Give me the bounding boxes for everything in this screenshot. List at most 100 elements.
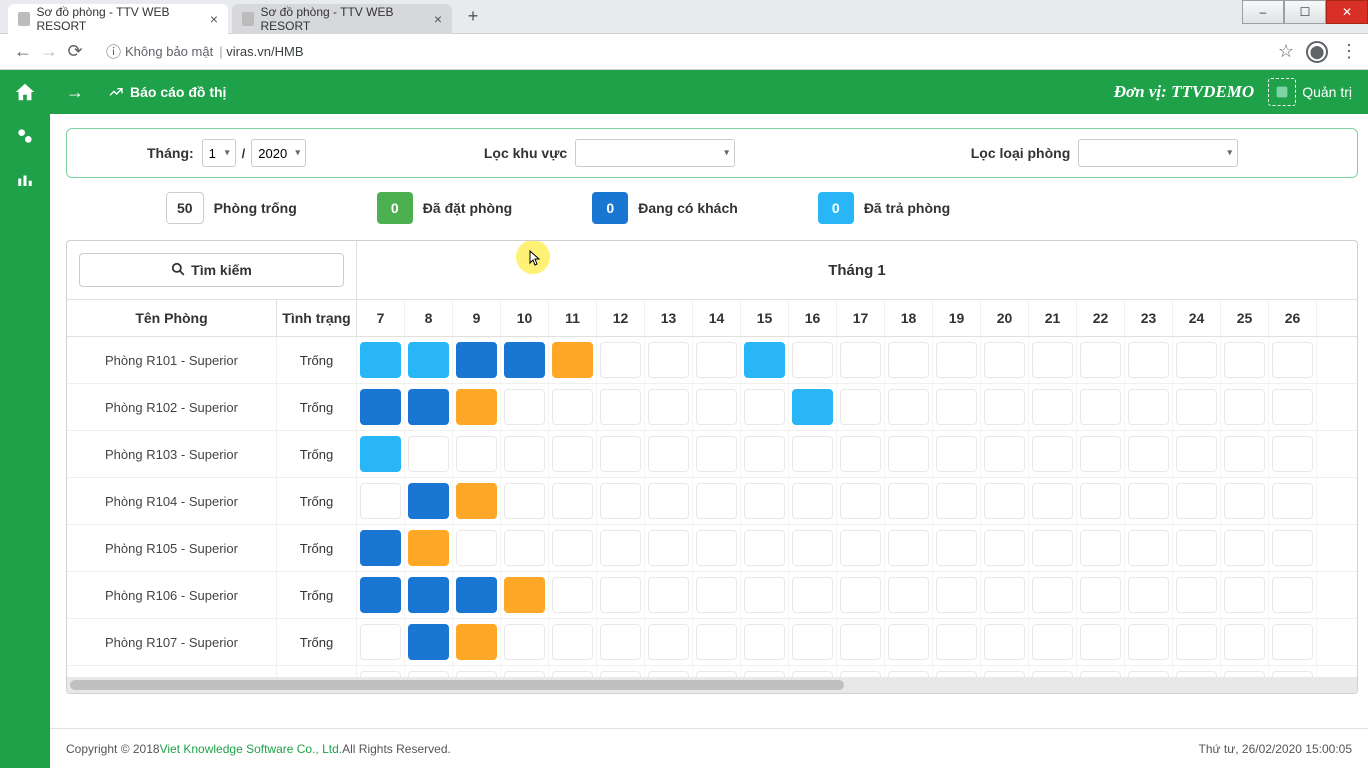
day-cell[interactable] [597,337,645,383]
day-cell[interactable] [1029,619,1077,665]
reload-icon[interactable]: ⟳ [62,39,88,65]
booking-cell[interactable] [1128,483,1169,519]
url-input[interactable]: ⓘ Không bảo mật | viras.vn/HMB [96,38,1270,66]
day-cell[interactable] [789,478,837,524]
year-select[interactable]: 2020 [251,139,306,167]
booking-cell[interactable] [504,389,545,425]
booking-cell[interactable] [1176,530,1217,566]
day-cell[interactable] [933,525,981,571]
booking-cell[interactable] [456,342,497,378]
info-icon[interactable]: ⓘ [106,41,121,62]
booking-cell[interactable] [648,483,689,519]
day-cell[interactable] [597,666,645,677]
booking-cell[interactable] [1032,483,1073,519]
booking-cell[interactable] [984,530,1025,566]
day-cell[interactable] [1077,525,1125,571]
booking-cell[interactable] [744,389,785,425]
day-cell[interactable] [1173,666,1221,677]
table-row[interactable]: Phòng R101 - SuperiorTrống [67,337,1357,384]
booking-cell[interactable] [408,530,449,566]
booking-cell[interactable] [840,624,881,660]
booking-cell[interactable] [1176,577,1217,613]
booking-cell[interactable] [1032,577,1073,613]
menu-icon[interactable]: ⋮ [1340,41,1358,62]
booking-cell[interactable] [888,530,929,566]
day-cell[interactable] [1269,431,1317,477]
day-cell[interactable] [933,619,981,665]
day-cell[interactable] [597,572,645,618]
day-cell[interactable] [597,619,645,665]
day-cell[interactable] [741,666,789,677]
booking-cell[interactable] [360,436,401,472]
day-cell[interactable] [1269,666,1317,677]
booking-cell[interactable] [744,436,785,472]
day-cell[interactable] [1269,572,1317,618]
day-cell[interactable] [597,384,645,430]
booking-cell[interactable] [456,436,497,472]
admin-link[interactable]: Quản trị [1302,84,1352,100]
day-cell[interactable] [405,337,453,383]
booking-cell[interactable] [1128,624,1169,660]
day-cell[interactable] [549,666,597,677]
day-cell[interactable] [597,478,645,524]
day-cell[interactable] [405,619,453,665]
booking-cell[interactable] [504,342,545,378]
day-cell[interactable] [693,666,741,677]
day-cell[interactable] [1269,337,1317,383]
day-cell[interactable] [789,337,837,383]
booking-cell[interactable] [648,342,689,378]
booking-cell[interactable] [1080,530,1121,566]
day-cell[interactable] [597,525,645,571]
day-cell[interactable] [405,666,453,677]
table-row[interactable]: Phòng R106 - SuperiorTrống [67,572,1357,619]
booking-cell[interactable] [1176,436,1217,472]
booking-cell[interactable] [648,389,689,425]
day-cell[interactable] [885,666,933,677]
booking-cell[interactable] [1224,624,1265,660]
day-cell[interactable] [1125,431,1173,477]
day-cell[interactable] [837,384,885,430]
booking-cell[interactable] [360,342,401,378]
booking-cell[interactable] [360,389,401,425]
day-cell[interactable] [1077,478,1125,524]
day-cell[interactable] [405,431,453,477]
booking-cell[interactable] [984,624,1025,660]
day-cell[interactable] [981,337,1029,383]
day-cell[interactable] [1077,666,1125,677]
day-cell[interactable] [1125,619,1173,665]
day-cell[interactable] [1269,525,1317,571]
day-cell[interactable] [501,572,549,618]
day-cell[interactable] [405,525,453,571]
scroll-thumb[interactable] [70,680,844,690]
day-cell[interactable] [1221,572,1269,618]
roomtype-select[interactable] [1078,139,1238,167]
day-cell[interactable] [645,431,693,477]
booking-cell[interactable] [936,436,977,472]
booking-cell[interactable] [1224,342,1265,378]
day-cell[interactable] [453,619,501,665]
booking-cell[interactable] [600,577,641,613]
day-cell[interactable] [1125,525,1173,571]
home-icon[interactable] [0,70,50,114]
day-cell[interactable] [741,478,789,524]
close-icon[interactable]: × [434,11,442,27]
day-cell[interactable] [1173,431,1221,477]
booking-cell[interactable] [792,530,833,566]
day-cell[interactable] [741,572,789,618]
booking-cell[interactable] [840,436,881,472]
booking-cell[interactable] [840,483,881,519]
day-cell[interactable] [789,572,837,618]
booking-cell[interactable] [1272,483,1313,519]
booking-cell[interactable] [600,483,641,519]
booking-cell[interactable] [552,483,593,519]
booking-cell[interactable] [1128,577,1169,613]
booking-cell[interactable] [936,342,977,378]
day-cell[interactable] [1221,337,1269,383]
booking-cell[interactable] [744,577,785,613]
booking-cell[interactable] [552,342,593,378]
booking-cell[interactable] [648,577,689,613]
day-cell[interactable] [789,619,837,665]
booking-cell[interactable] [888,342,929,378]
day-cell[interactable] [501,666,549,677]
forward-icon[interactable]: → [36,39,62,65]
